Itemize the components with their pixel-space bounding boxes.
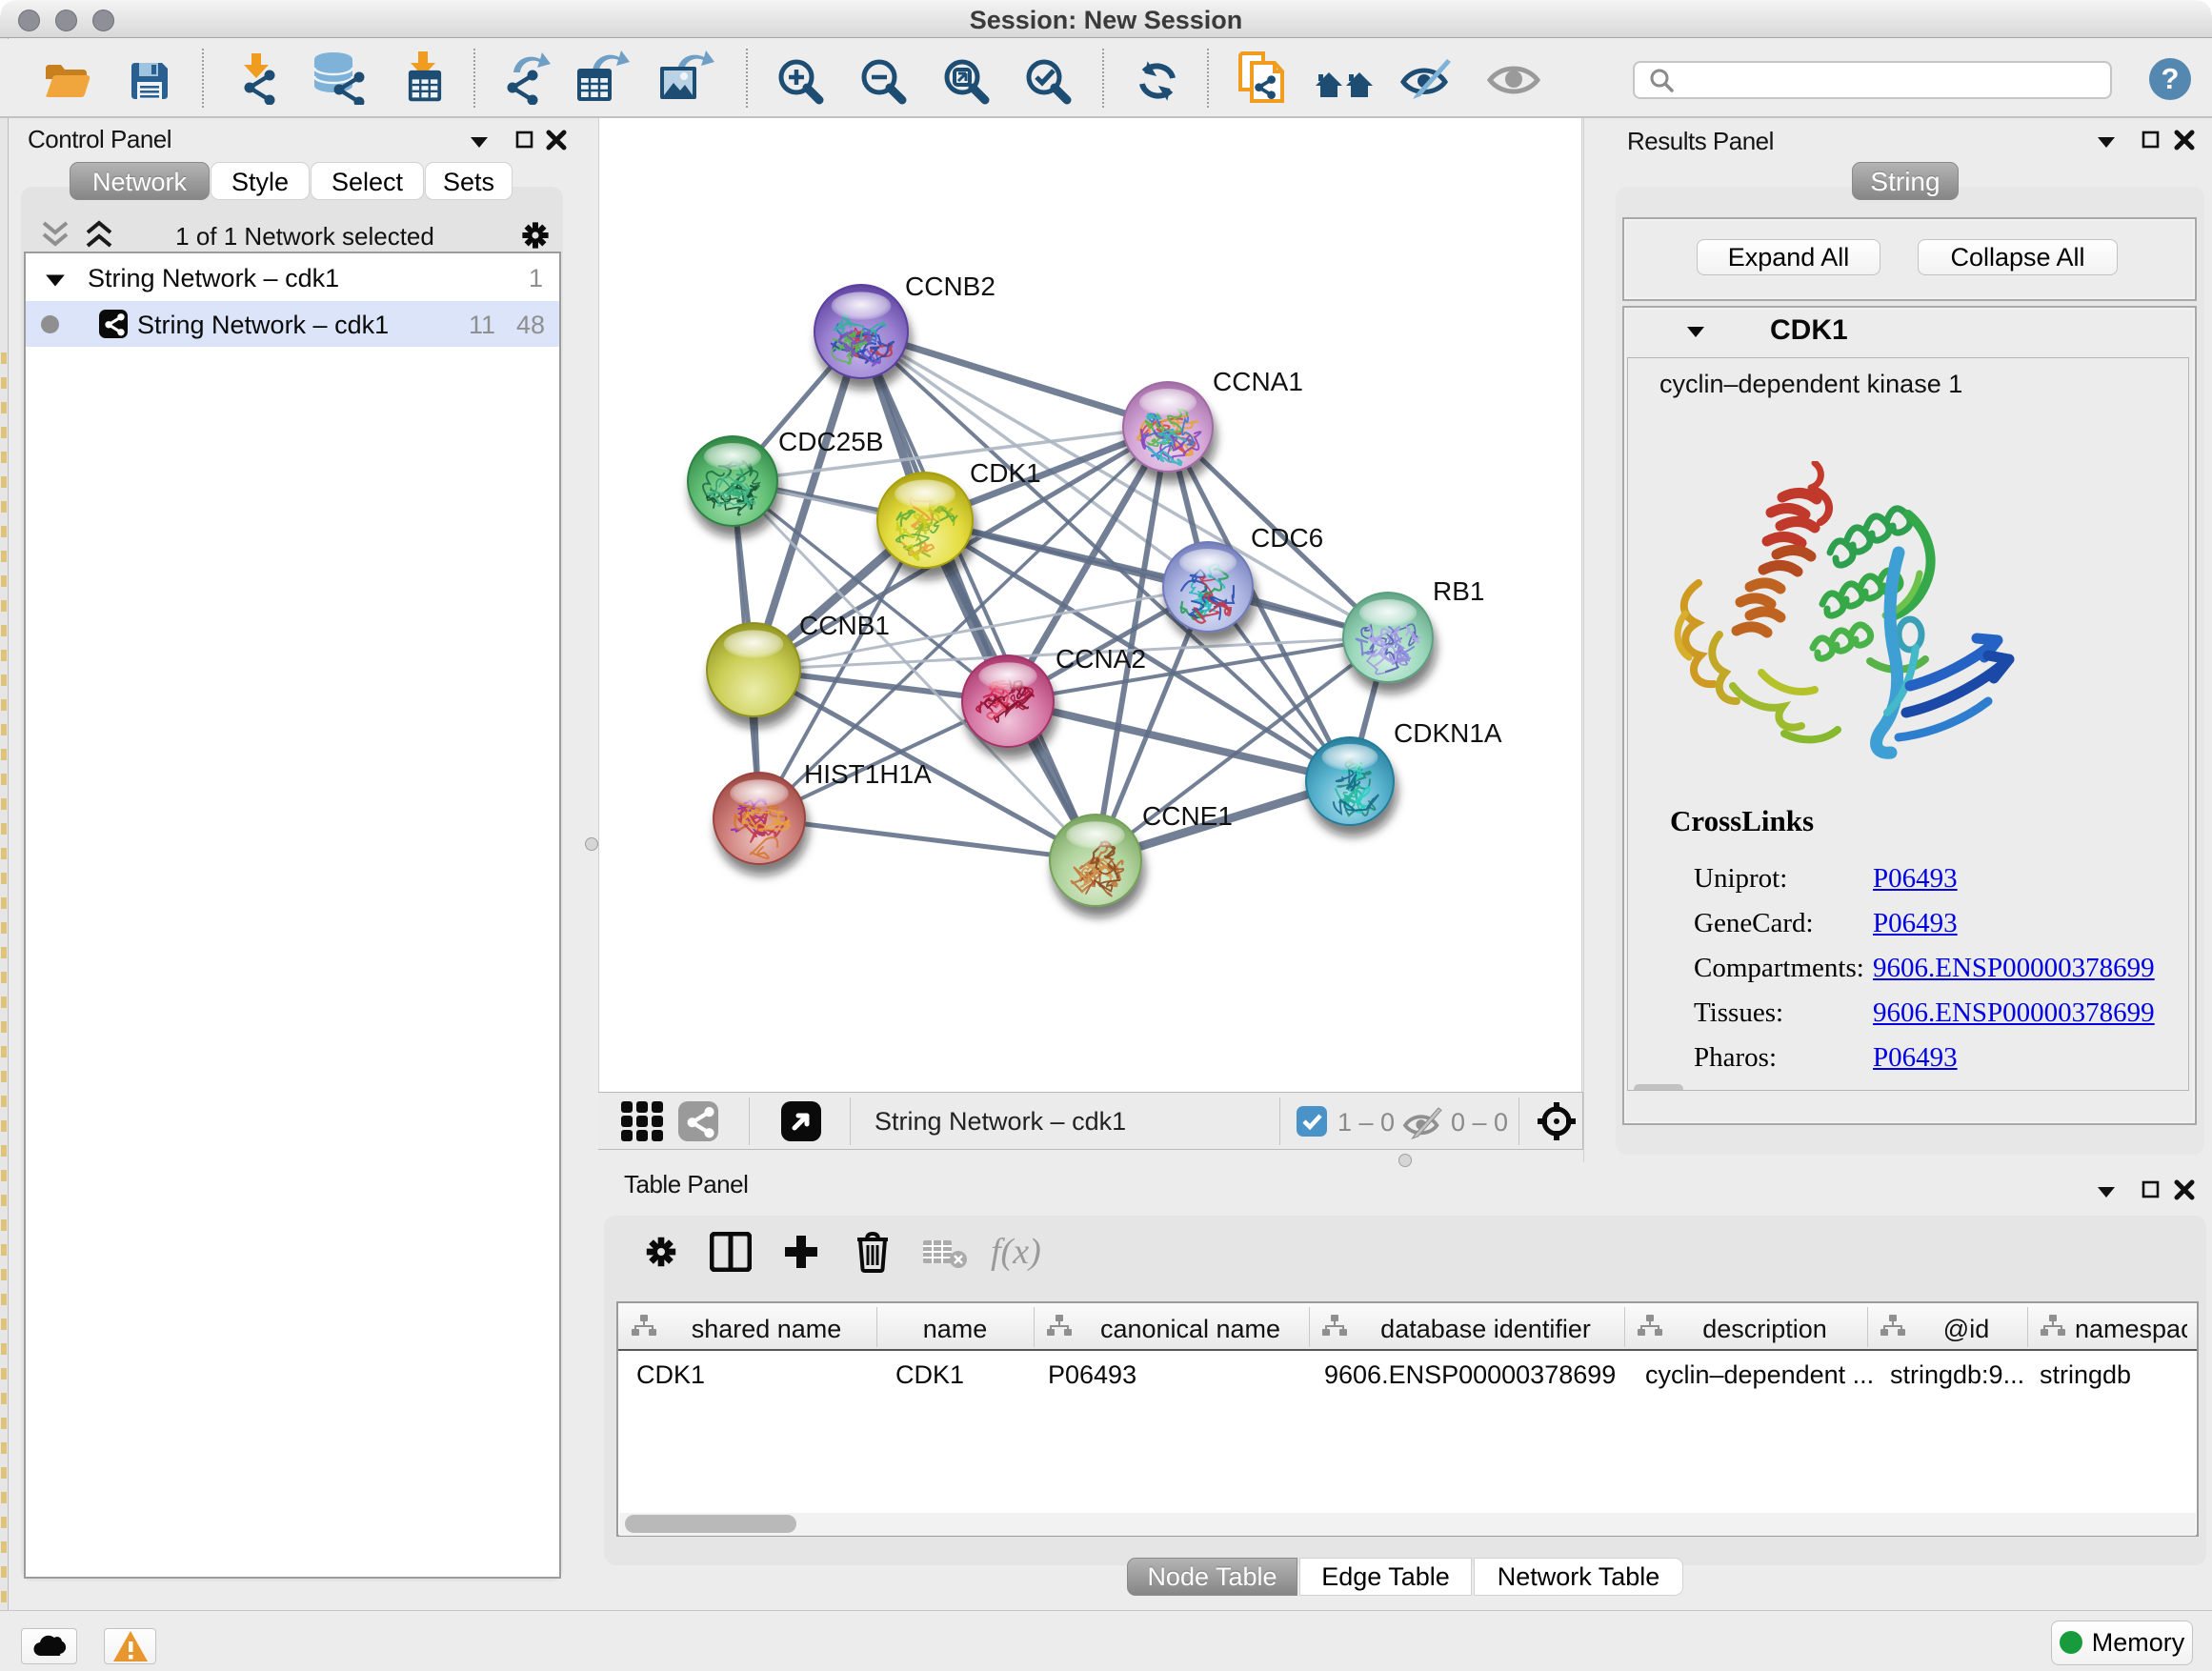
svg-text:HIST1H1A: HIST1H1A: [804, 759, 932, 789]
svg-text:CDKN1A: CDKN1A: [1394, 718, 1502, 748]
svg-text:CDC6: CDC6: [1251, 523, 1323, 553]
svg-text:CCNE1: CCNE1: [1142, 801, 1233, 831]
svg-text:RB1: RB1: [1433, 576, 1484, 606]
svg-text:CDC25B: CDC25B: [778, 427, 883, 456]
svg-text:CDK1: CDK1: [970, 458, 1041, 488]
svg-text:CCNB1: CCNB1: [799, 611, 890, 640]
svg-text:CCNA2: CCNA2: [1056, 644, 1146, 674]
svg-text:CCNA1: CCNA1: [1213, 367, 1303, 396]
svg-text:CCNB2: CCNB2: [905, 272, 995, 301]
